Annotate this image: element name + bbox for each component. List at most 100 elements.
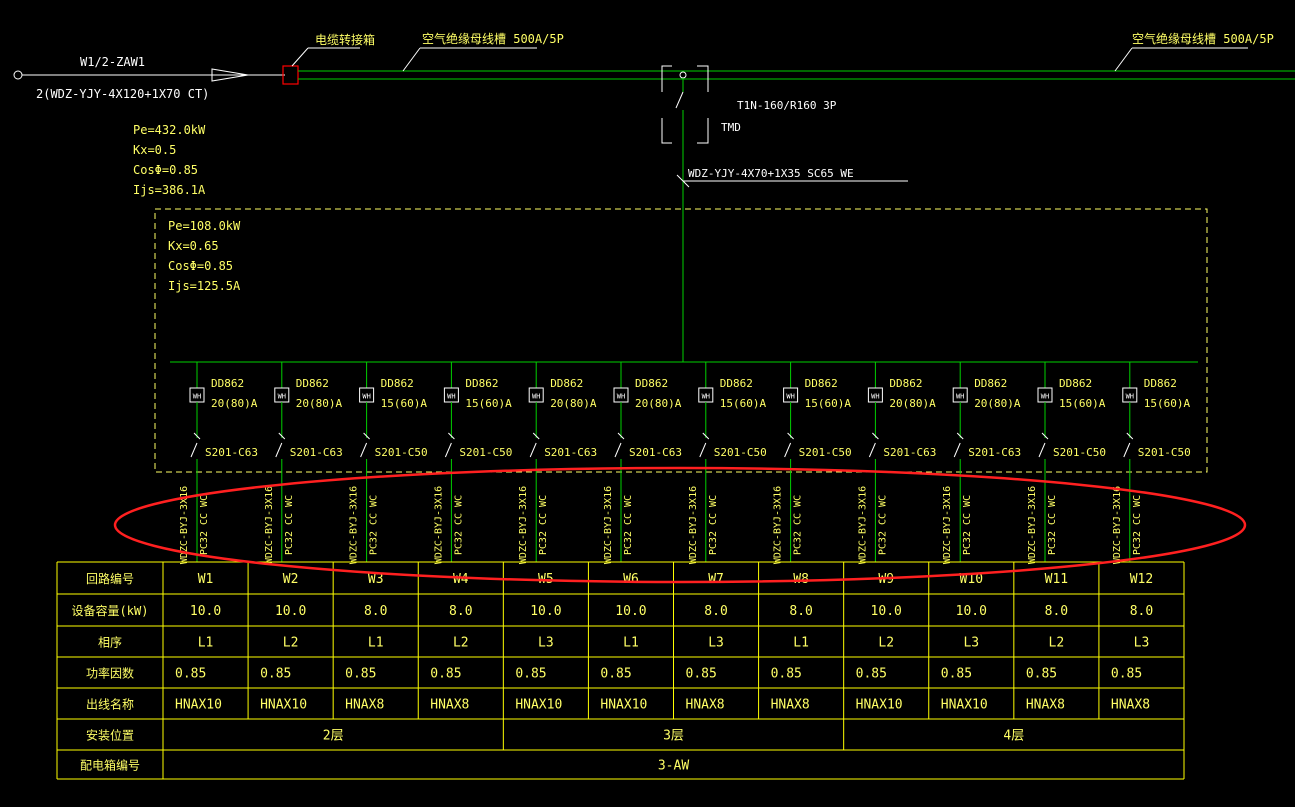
- meter-symbol: WH: [702, 393, 710, 401]
- table-power-factor: 0.85: [430, 667, 461, 682]
- table-phase: L1: [793, 636, 809, 651]
- table-capacity: 10.0: [190, 604, 221, 619]
- single-line-diagram: W1/2-ZAW1 2(WDZ-YJY-4X120+1X70 CT) 电缆转接箱…: [13, 31, 1295, 780]
- branch-cable-spec: WDZC-BYJ-3X16: [773, 486, 784, 564]
- table-power-factor: 0.85: [600, 667, 631, 682]
- table-phase: L2: [878, 636, 894, 651]
- table-capacity: 8.0: [1130, 604, 1153, 619]
- table-outlet-name: HNAX10: [856, 698, 903, 713]
- branch-conduit-spec: PC32 CC WC: [962, 495, 973, 555]
- table-phase: L2: [453, 636, 469, 651]
- meter-rating: 15(60)A: [720, 397, 767, 410]
- table-box-id: 3-AW: [658, 759, 689, 774]
- table-outlet-name: HNAX10: [175, 698, 222, 713]
- table-capacity: 10.0: [871, 604, 902, 619]
- table-outlet-name: HNAX10: [600, 698, 647, 713]
- branch-9: WH DD862 20(80)A S201-C63 WDZC-BYJ-3X16 PC32 …: [857, 362, 936, 564]
- switch-blade-icon: [190, 442, 198, 458]
- table-phase: L2: [1049, 636, 1065, 651]
- table-outlet-name: HNAX10: [515, 698, 562, 713]
- switch-blade-icon: [953, 442, 961, 458]
- table-circuit-id: W6: [623, 572, 639, 587]
- switch-blade-icon: [444, 442, 452, 458]
- table-row-label: 功率因数: [86, 666, 134, 681]
- table-capacity: 8.0: [1045, 604, 1068, 619]
- table-location: 3层: [663, 729, 684, 744]
- meter-rating: 20(80)A: [635, 397, 682, 410]
- meter-symbol: WH: [1126, 393, 1134, 401]
- mcb-model: S201-C50: [1138, 446, 1191, 459]
- table-phase: L3: [1134, 636, 1150, 651]
- meter-symbol: WH: [362, 393, 370, 401]
- meter-model: DD862: [635, 377, 668, 390]
- branch-conduit-spec: PC32 CC WC: [1132, 495, 1143, 555]
- switch-blade-icon: [784, 442, 792, 458]
- table-circuit-id: W7: [708, 572, 724, 587]
- branch-cable-spec: WDZC-BYJ-3X16: [603, 486, 614, 564]
- table-capacity: 8.0: [704, 604, 727, 619]
- mcb-model: S201-C50: [1053, 446, 1106, 459]
- branch-conduit-spec: PC32 CC WC: [538, 495, 549, 555]
- table-capacity: 10.0: [275, 604, 306, 619]
- panel-pe: Pe=108.0kW: [168, 219, 241, 233]
- branch-conduit-spec: PC32 CC WC: [793, 495, 804, 555]
- meter-symbol: WH: [956, 393, 964, 401]
- meter-model: DD862: [550, 377, 583, 390]
- busway-right-label: 空气绝缘母线槽 500A/5P: [1132, 31, 1274, 46]
- branch-cable-spec: WDZC-BYJ-3X16: [857, 486, 868, 564]
- meter-rating: 20(80)A: [550, 397, 597, 410]
- meter-rating: 15(60)A: [381, 397, 428, 410]
- table-row-label: 配电箱编号: [80, 758, 140, 773]
- branch-conduit-spec: PC32 CC WC: [708, 495, 719, 555]
- table-power-factor: 0.85: [771, 667, 802, 682]
- switch-blade-icon: [529, 442, 537, 458]
- branch-3: WH DD862 15(60)A S201-C50 WDZC-BYJ-3X16 PC32 …: [349, 362, 428, 564]
- branch-conduit-spec: PC32 CC WC: [623, 495, 634, 555]
- branch-2: WH DD862 20(80)A S201-C63 WDZC-BYJ-3X16 PC32 …: [264, 362, 343, 564]
- branch-8: WH DD862 15(60)A S201-C50 WDZC-BYJ-3X16 PC32 …: [773, 362, 852, 564]
- meter-rating: 20(80)A: [974, 397, 1021, 410]
- table-row-label: 出线名称: [86, 697, 134, 712]
- table-power-factor: 0.85: [515, 667, 546, 682]
- mcb-model: S201-C63: [544, 446, 597, 459]
- branch-4: WH DD862 15(60)A S201-C50 WDZC-BYJ-3X16 PC32 …: [433, 362, 512, 564]
- branch-conduit-spec: PC32 CC WC: [453, 495, 464, 555]
- branch-7: WH DD862 15(60)A S201-C50 WDZC-BYJ-3X16 PC32 …: [688, 362, 767, 564]
- switch-blade-icon: [699, 442, 707, 458]
- meter-rating: 15(60)A: [1059, 397, 1106, 410]
- table-capacity: 8.0: [449, 604, 472, 619]
- switch-blade-icon: [614, 442, 622, 458]
- cable-box-icon: [282, 65, 299, 85]
- mcb-model: S201-C63: [883, 446, 936, 459]
- mcb-model: S201-C63: [968, 446, 1021, 459]
- meter-symbol: WH: [193, 393, 201, 401]
- panel-feeder-cable: WDZ-YJY-4X70+1X35 SC65 WE: [688, 167, 854, 180]
- branch-6: WH DD862 20(80)A S201-C63 WDZC-BYJ-3X16 PC32 …: [603, 362, 682, 564]
- meter-symbol: WH: [1041, 393, 1049, 401]
- busway-left-leader: [402, 47, 421, 72]
- branch-circuits: WH DD862 20(80)A S201-C63 WDZC-BYJ-3X16 PC32 …: [179, 362, 1191, 564]
- table-phase: L1: [198, 636, 214, 651]
- meter-rating: 20(80)A: [296, 397, 343, 410]
- meter-symbol: WH: [617, 393, 625, 401]
- table-phase: L3: [708, 636, 724, 651]
- table-capacity: 10.0: [530, 604, 561, 619]
- table-outlet-name: HNAX10: [260, 698, 307, 713]
- branch-cable-spec: WDZC-BYJ-3X16: [1027, 486, 1038, 564]
- meter-model: DD862: [805, 377, 838, 390]
- switch-blade-icon: [868, 442, 876, 458]
- meter-rating: 20(80)A: [889, 397, 936, 410]
- branch-11: WH DD862 15(60)A S201-C50 WDZC-BYJ-3X16 PC32 …: [1027, 362, 1106, 564]
- meter-model: DD862: [211, 377, 244, 390]
- switch-blade-icon: [275, 442, 283, 458]
- table-power-factor: 0.85: [686, 667, 717, 682]
- table-phase: L1: [623, 636, 639, 651]
- table-circuit-id: W1: [198, 572, 214, 587]
- meter-model: DD862: [296, 377, 329, 390]
- incoming-terminal: [13, 70, 23, 80]
- branch-conduit-spec: PC32 CC WC: [199, 495, 210, 555]
- meter-model: DD862: [1059, 377, 1092, 390]
- table-outlet-name: HNAX8: [1026, 698, 1065, 713]
- table-circuit-id: W4: [453, 572, 469, 587]
- table-row-label: 回路编号: [86, 571, 134, 586]
